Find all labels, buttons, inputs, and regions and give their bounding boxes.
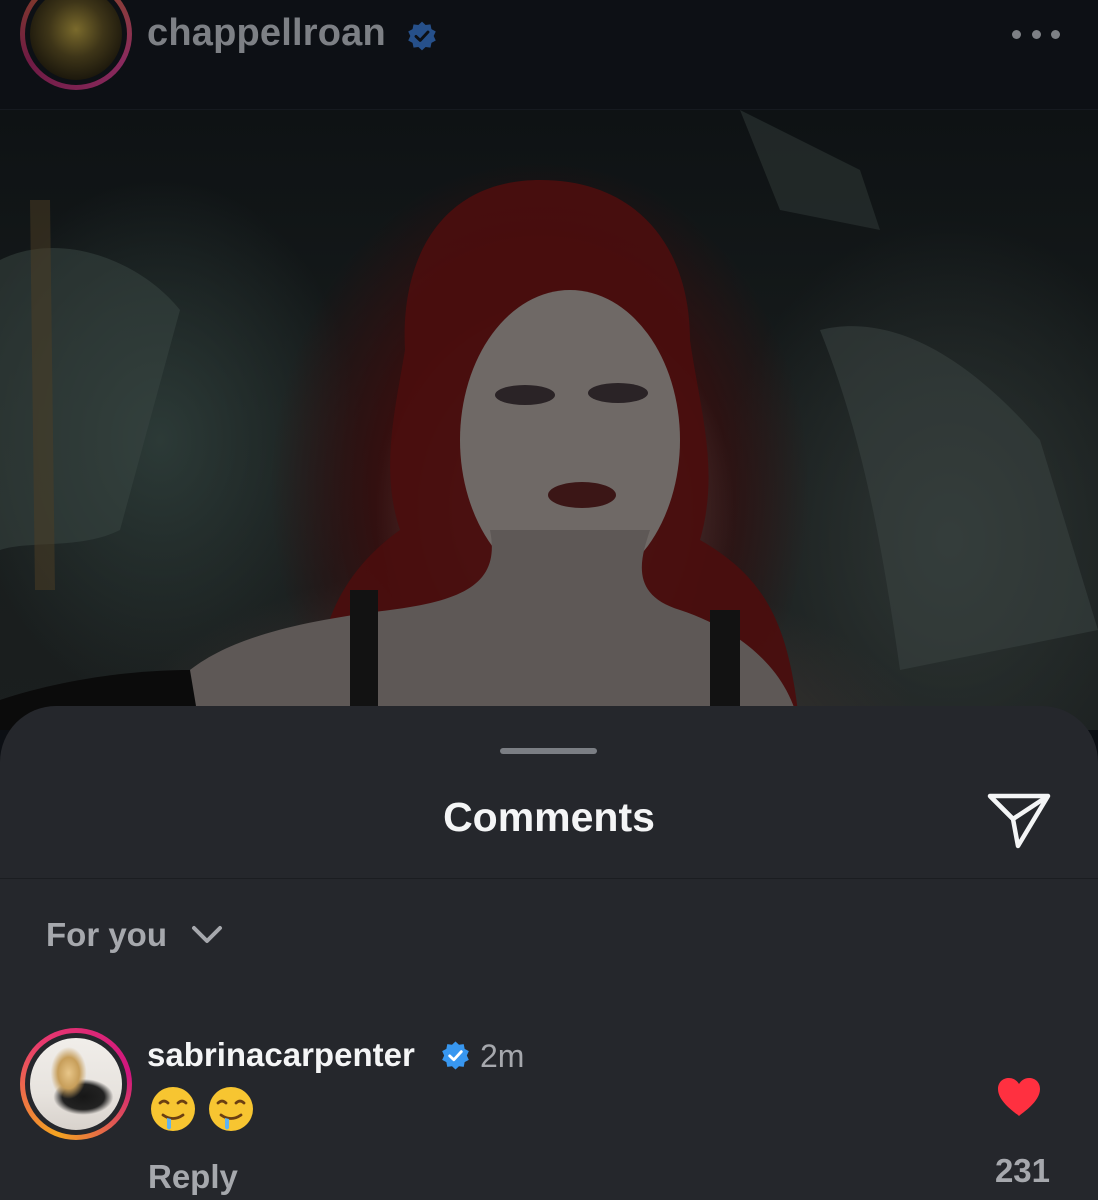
chevron-down-icon [192, 926, 222, 943]
sheet-divider [0, 878, 1098, 879]
comment-text: 🤤🤤 [148, 1084, 256, 1134]
comments-title: Comments [443, 794, 655, 840]
post-image[interactable] [0, 110, 1098, 730]
more-horizontal-icon[interactable] [1012, 26, 1060, 42]
post-photo-figure [0, 110, 1098, 730]
comments-sheet: Comments For you sabrinacarpenter 2m 🤤🤤 [0, 706, 1098, 1200]
post-author-username[interactable]: chappellroan [147, 12, 386, 55]
heart-filled-icon[interactable] [996, 1076, 1042, 1118]
reply-button[interactable]: Reply [148, 1158, 238, 1196]
comment-timestamp: 2m [480, 1038, 525, 1074]
like-count: 231 [994, 1152, 1050, 1189]
post-header: chappellroan [0, 0, 1098, 110]
drooling-face-emoji-icon [209, 1087, 253, 1131]
comment-filter-dropdown[interactable]: For you [46, 916, 223, 954]
commenter-avatar-image [25, 1033, 127, 1135]
comment-item: sabrinacarpenter 2m 🤤🤤 [0, 1028, 1098, 1200]
commenter-username[interactable]: sabrinacarpenter [147, 1036, 415, 1074]
comment-filter-label: For you [46, 916, 167, 953]
post-author-avatar-image [25, 0, 127, 85]
post-author-avatar[interactable] [20, 0, 132, 90]
verified-badge-icon [442, 1041, 469, 1070]
verified-badge-icon [408, 21, 436, 51]
sheet-grabber[interactable] [500, 748, 597, 754]
commenter-avatar[interactable] [20, 1028, 132, 1140]
drooling-face-emoji-icon [151, 1087, 195, 1131]
instagram-post-screen: chappellroan Comments For you sabrinacar… [0, 0, 1098, 1200]
send-icon[interactable] [986, 790, 1052, 850]
